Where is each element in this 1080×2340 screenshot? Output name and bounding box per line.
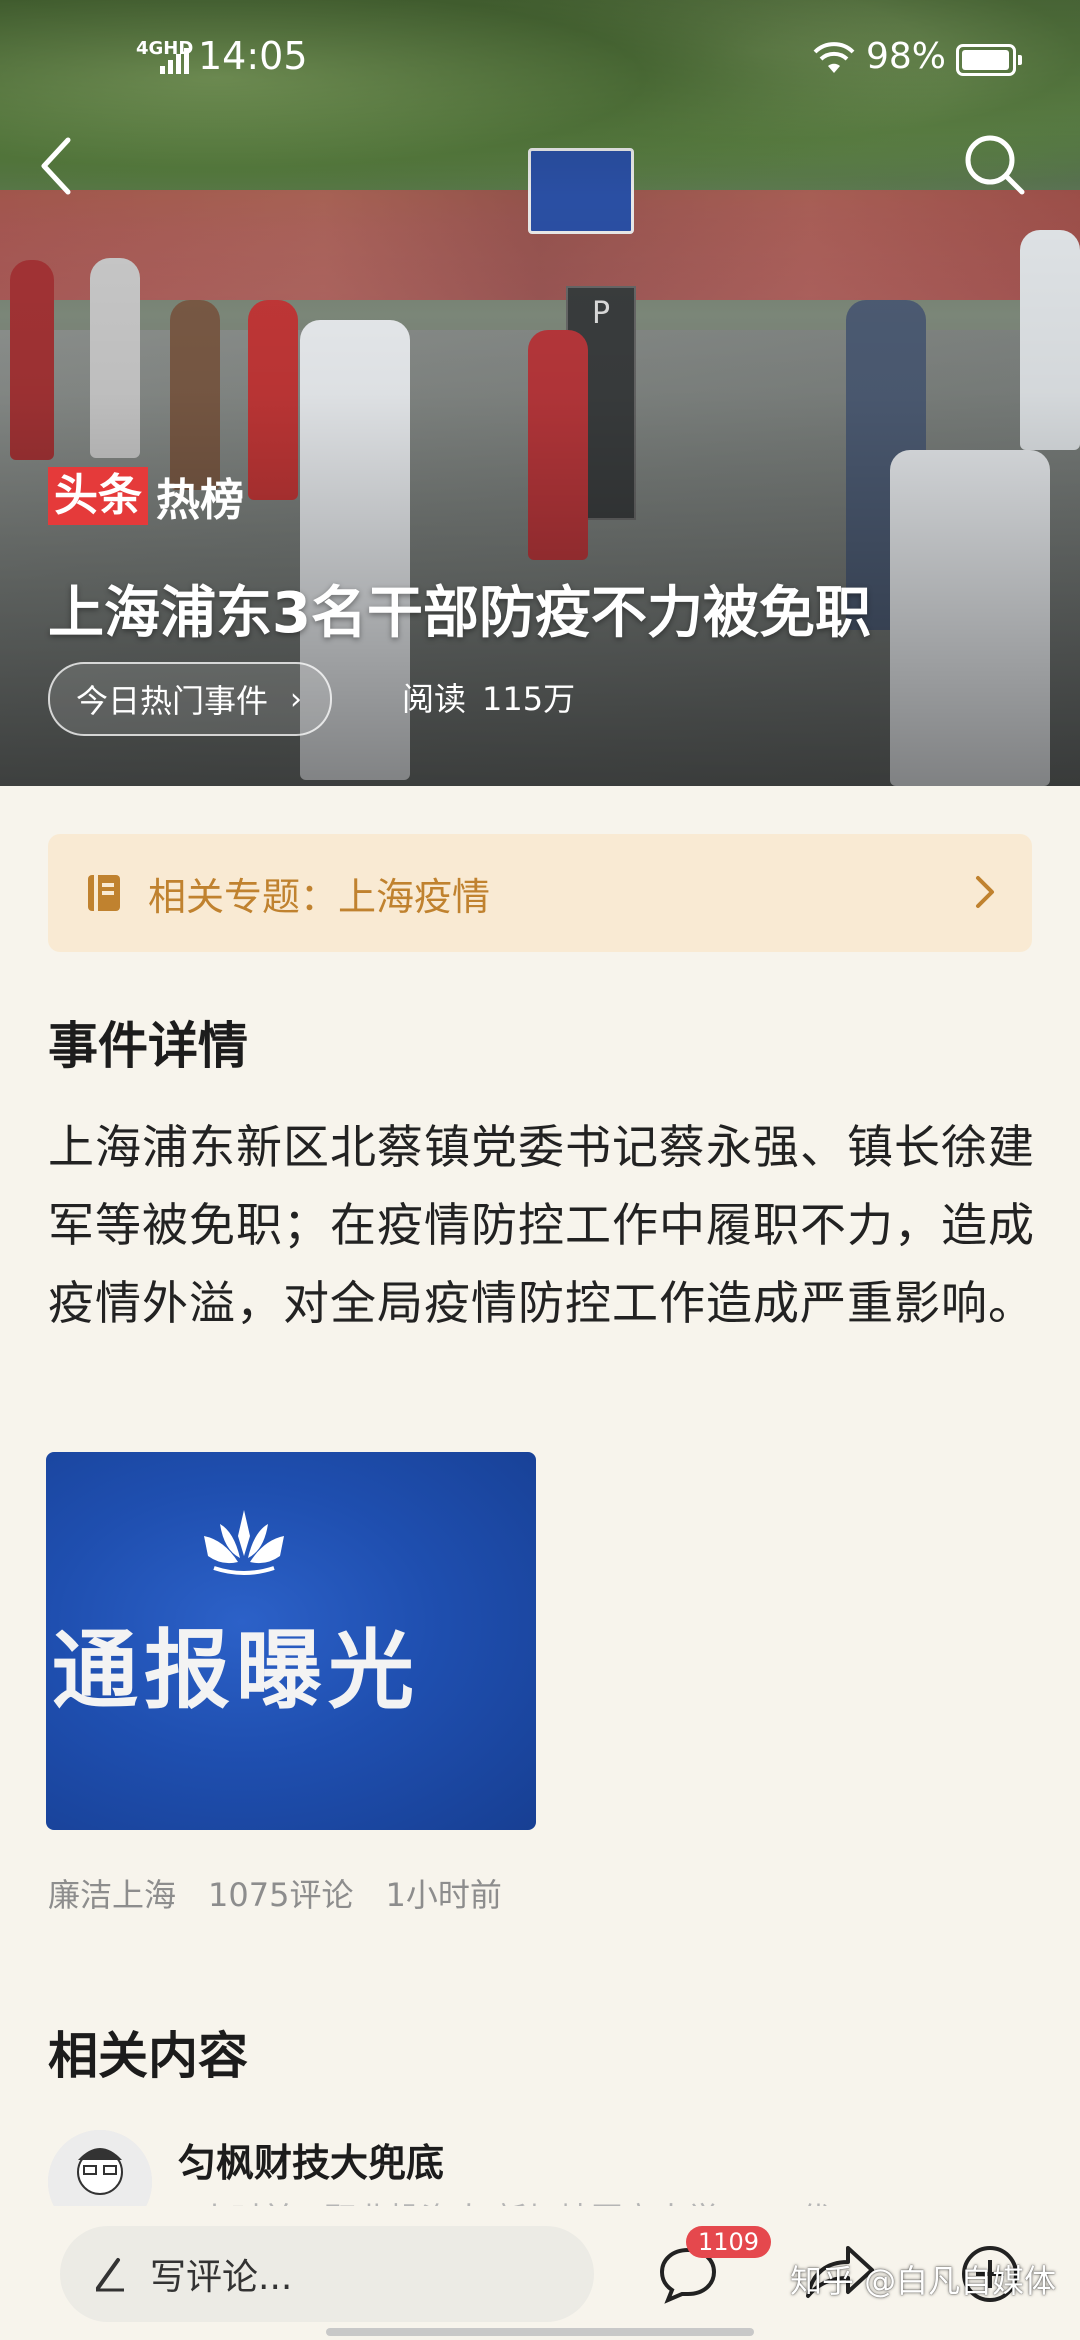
event-meta: 廉洁上海 1075评论 1小时前 — [48, 1870, 534, 1916]
pen-icon — [96, 2258, 124, 2292]
read-count: 阅读 115万 — [402, 674, 575, 720]
event-body: 上海浦东新区北蔡镇党委书记蔡永强、镇长徐建军等被免职；在疫情防控工作中履职不力，… — [48, 1120, 1035, 1330]
signal-icon — [160, 44, 189, 74]
hot-list-badge: 头条 热榜 — [48, 466, 244, 526]
hot-events-pill[interactable]: 今日热门事件 › — [48, 662, 333, 736]
bottom-bar: 写评论... 1109 知乎 @白凡自媒体 — [0, 2206, 1080, 2340]
event-time: 1小时前 — [385, 1876, 502, 1914]
related-topic-card[interactable]: 相关专题：上海疫情 — [48, 834, 1032, 952]
battery-icon — [956, 44, 1022, 76]
wifi-icon — [812, 40, 856, 85]
comment-input[interactable]: 写评论... — [60, 2226, 594, 2322]
event-comments: 1075评论 — [208, 1876, 354, 1914]
event-source[interactable]: 廉洁上海 — [48, 1876, 176, 1914]
badge-toutiao: 头条 — [48, 467, 148, 525]
chevron-right-icon — [976, 876, 994, 908]
chevron-right-icon: › — [290, 681, 303, 717]
home-indicator[interactable] — [326, 2328, 754, 2336]
status-bar: 4GHD 14:05 98% — [0, 0, 1080, 120]
related-content-title: 相关内容 — [48, 2027, 248, 2085]
comment-count-badge: 1109 — [686, 2226, 772, 2258]
book-icon — [88, 875, 120, 911]
author-name: 匀枫财技大兜底 — [178, 2141, 445, 2185]
status-time: 14:05 — [198, 34, 308, 78]
watermark: 知乎 @白凡自媒体 — [790, 2262, 1057, 2300]
related-topic-label: 相关专题：上海疫情 — [148, 874, 491, 919]
battery-percent: 98% — [866, 36, 947, 77]
badge-hotlist: 热榜 — [156, 475, 244, 526]
search-button[interactable] — [960, 130, 1030, 200]
back-button[interactable] — [36, 126, 96, 206]
chevron-left-icon — [41, 137, 71, 195]
read-label: 阅读 — [402, 680, 467, 718]
event-image[interactable]: 通报曝光 — [46, 1452, 536, 1830]
read-number: 115万 — [482, 680, 576, 718]
comment-placeholder: 写评论... — [150, 2257, 293, 2298]
related-author-row[interactable]: 匀枫财技大兜底 1小时前 · 职业投资人 新加坡国立大学MBA 优 — [48, 2130, 1048, 2234]
hot-events-label: 今日热门事件 — [76, 682, 269, 720]
event-details-title: 事件详情 — [48, 1017, 248, 1075]
search-icon — [965, 135, 1025, 195]
headline: 上海浦东3名干部防疫不力被免职 — [48, 581, 871, 646]
image-title: 通报曝光 — [52, 1621, 420, 1721]
lotus-logo-icon — [204, 1510, 284, 1575]
